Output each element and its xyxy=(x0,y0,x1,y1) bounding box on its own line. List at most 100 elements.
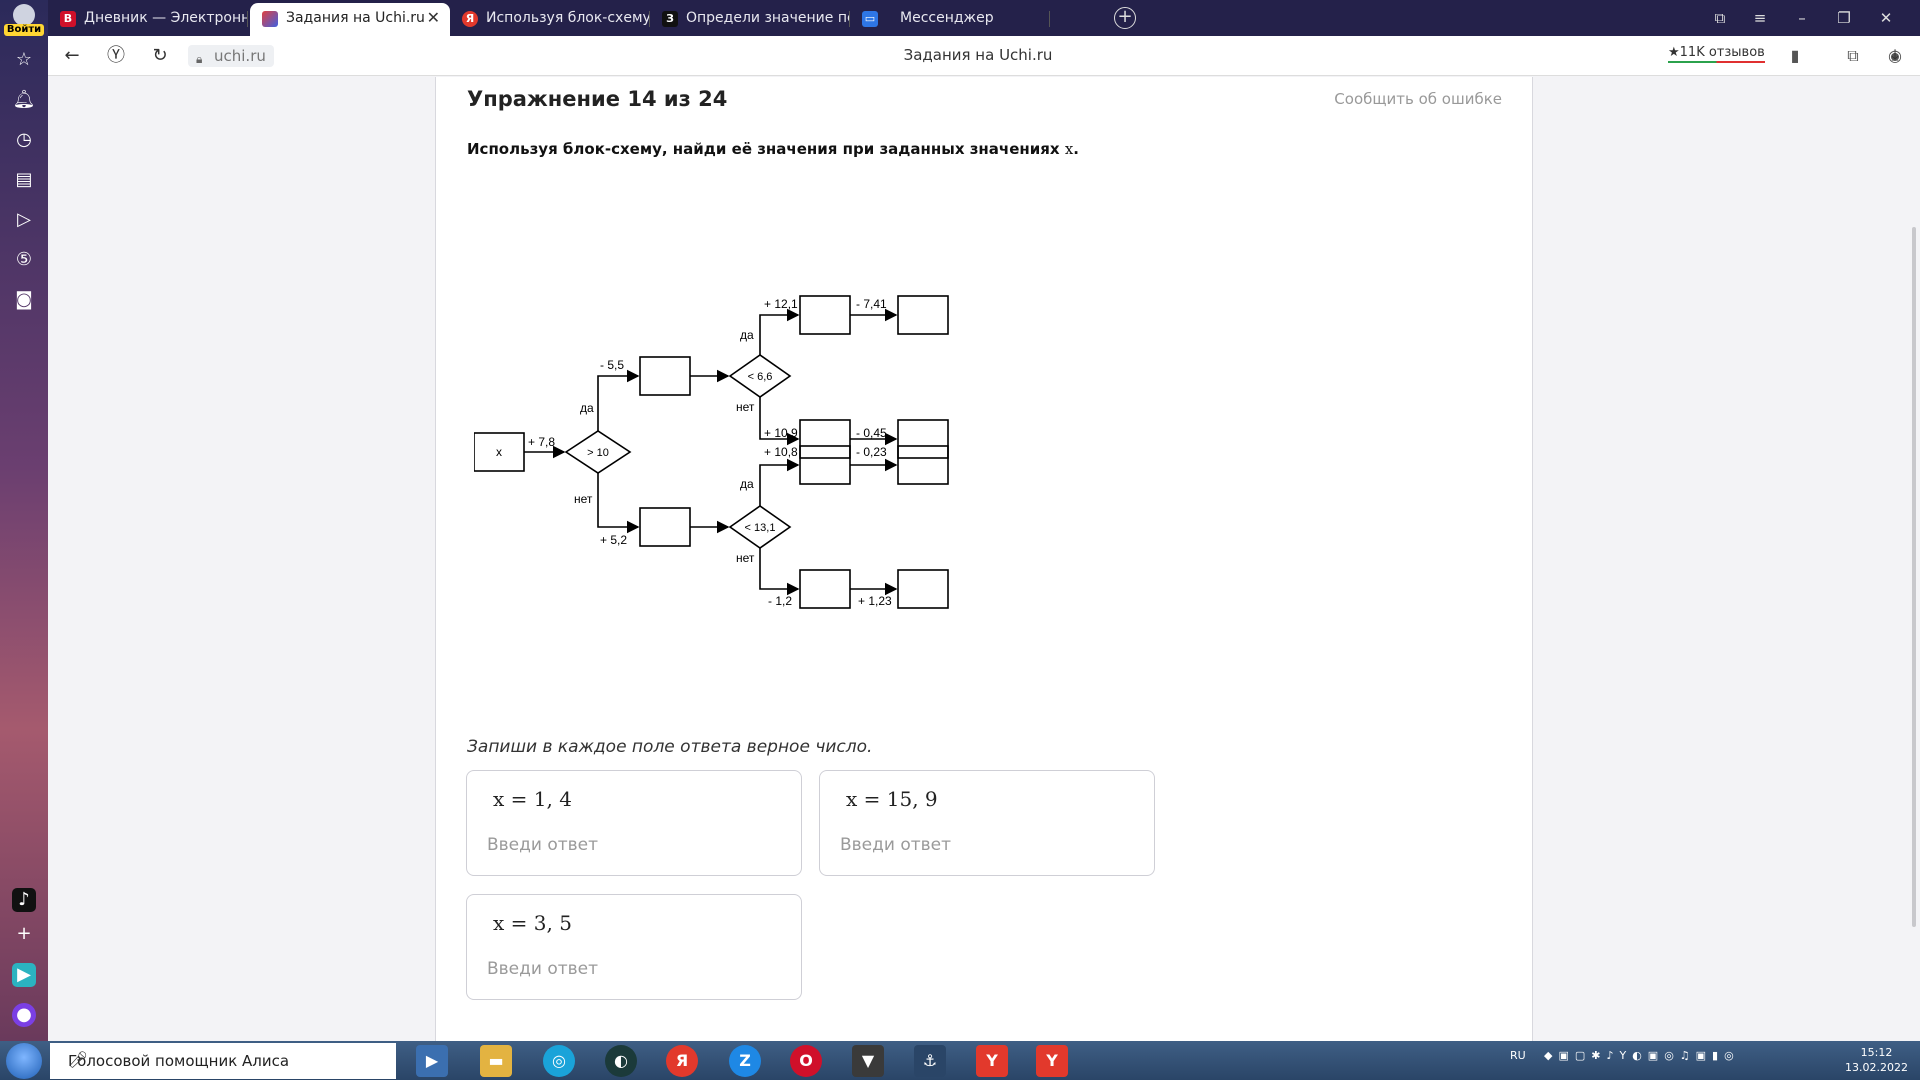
restore-icon[interactable]: ❐ xyxy=(1832,6,1856,30)
answer-input[interactable] xyxy=(487,831,777,859)
yandex-browser-icon-2[interactable]: Y xyxy=(1036,1045,1068,1077)
address-bar: ← Ⓨ ↻ 🔒︎ uchi.ru Задания на Uchi.ru ★11K… xyxy=(48,36,1920,76)
close-window-icon[interactable]: ✕ xyxy=(1874,6,1898,30)
tab-bar: В Дневник — Электронный Задания на Uchi.… xyxy=(48,0,1920,36)
no-label-1: нет xyxy=(574,492,593,506)
page-title-center: Задания на Uchi.ru xyxy=(903,46,1053,64)
tab-favicon: Я xyxy=(462,11,478,27)
tray-icons[interactable]: ◆▣▢✱♪Y◐▣◎♫▣▮◎ xyxy=(1544,1049,1740,1062)
messenger-favicon: ▭ xyxy=(862,11,878,27)
five-icon[interactable]: ⑤ xyxy=(12,248,36,272)
clock-time: 15:12 xyxy=(1860,1046,1893,1059)
alice-search-box[interactable]: Голосовой помощник Алиса 🎤︎ xyxy=(50,1043,396,1079)
bell-icon[interactable]: 🔔︎ xyxy=(12,88,36,112)
alice-icon[interactable]: ● xyxy=(12,1003,36,1027)
yandex-sidebar: Войти ☆ 🔔︎ ◷ ▤ ▷ ⑤ ◙ ♪ + ▶ ● xyxy=(0,0,48,1041)
task-text-main: Используя блок-схему, найди её значения … xyxy=(467,140,1060,158)
collections-icon[interactable]: ▤ xyxy=(12,168,36,192)
tiktok-icon[interactable]: ♪ xyxy=(12,888,36,912)
system-clock[interactable]: 15:12 13.02.2022 xyxy=(1845,1045,1908,1075)
app-icon-blue[interactable]: ◎ xyxy=(543,1045,575,1077)
op-r2-end: - 0,23 xyxy=(856,445,887,459)
login-label: Войти xyxy=(4,24,44,36)
exercise-title: Упражнение 14 из 24 xyxy=(467,87,728,111)
page-scrollbar[interactable] xyxy=(1912,227,1916,927)
tab-label: Дневник — Электронный xyxy=(84,10,248,26)
tab-uchi[interactable]: Задания на Uchi.ru ✕ xyxy=(250,3,450,36)
box-r1-end xyxy=(897,295,949,335)
tab-dnevnik[interactable]: В Дневник — Электронный xyxy=(48,3,248,36)
tab-messenger[interactable]: ▭ Мессенджер xyxy=(850,3,1050,36)
no-label-2: нет xyxy=(736,400,755,414)
answer-question: x = 3, 5 xyxy=(493,911,572,935)
yes-label-1: да xyxy=(580,401,594,415)
star-icon[interactable]: ☆ xyxy=(12,48,36,72)
instruction-text: Запиши в каждое поле ответа верное число… xyxy=(467,737,873,757)
arrow xyxy=(759,548,800,596)
op-start: + 7,8 xyxy=(528,435,555,449)
messenger-icon[interactable]: ▶ xyxy=(12,963,36,987)
box-top xyxy=(639,356,691,396)
collections-toolbar-icon[interactable]: ⧉ xyxy=(1842,45,1864,67)
flowchart: x + 7,8 > 10 да нет - 5,5 + 5,2 < 6,6 < … xyxy=(474,295,949,609)
camera-icon[interactable]: ◙ xyxy=(12,288,36,312)
clock-date: 13.02.2022 xyxy=(1845,1061,1908,1074)
tab-yandex-search[interactable]: Я Используя блок-схему, на xyxy=(450,3,650,36)
explorer-icon[interactable]: ▬ xyxy=(480,1045,512,1077)
tab-favicon: В xyxy=(60,11,76,27)
play-icon[interactable]: ▷ xyxy=(12,208,36,232)
bookmark-icon[interactable]: ▮ xyxy=(1784,45,1806,67)
reviews-badge[interactable]: ★11K отзывов xyxy=(1668,45,1765,63)
start-label: x xyxy=(496,445,502,459)
tab-label: Мессенджер xyxy=(900,10,994,26)
op-r4: - 1,2 xyxy=(768,594,792,608)
download-icon[interactable]: ⤓ xyxy=(1884,45,1906,67)
arrow xyxy=(759,308,800,355)
task-text: Используя блок-схему, найди её значения … xyxy=(467,140,1079,158)
yandex-app-icon[interactable]: Я xyxy=(666,1045,698,1077)
box-bottom xyxy=(639,507,691,547)
opera-icon[interactable]: O xyxy=(790,1045,822,1077)
box-r4-end xyxy=(897,569,949,609)
arrow xyxy=(597,369,640,431)
history-icon[interactable]: ◷ xyxy=(12,128,36,152)
tray-lang[interactable]: RU xyxy=(1510,1049,1526,1062)
yandex-browser-icon-1[interactable]: Y xyxy=(976,1045,1008,1077)
cond3-label: < 13,1 xyxy=(745,522,776,534)
answer-question: x = 1, 4 xyxy=(493,787,572,811)
op-top: - 5,5 xyxy=(600,358,624,372)
report-error-link[interactable]: Сообщить об ошибке xyxy=(1334,90,1502,108)
answer-input[interactable] xyxy=(487,955,777,983)
box-r1 xyxy=(799,295,851,335)
bookmarks-panel-icon[interactable]: ⧉ xyxy=(1708,6,1732,30)
answer-question: x = 15, 9 xyxy=(846,787,938,811)
box-r2 xyxy=(799,419,851,459)
new-tab-button[interactable]: + xyxy=(1114,7,1136,29)
arrow xyxy=(597,473,640,534)
box-r3 xyxy=(799,445,851,485)
op-r3-end: - 0,45 xyxy=(856,426,887,440)
zoom-app-icon[interactable]: Z xyxy=(729,1045,761,1077)
tab-znanija[interactable]: З Определи значение пере xyxy=(650,3,850,36)
close-tab-icon[interactable]: ✕ xyxy=(427,3,440,33)
app-icon-green[interactable]: ◐ xyxy=(605,1045,637,1077)
minimize-icon[interactable]: – xyxy=(1790,6,1814,30)
microphone-icon[interactable]: 🎤︎ xyxy=(68,1050,384,1069)
start-button[interactable] xyxy=(6,1043,42,1079)
tab-label: Определи значение пере xyxy=(686,10,850,26)
add-icon[interactable]: + xyxy=(12,922,36,946)
tanks-game-icon[interactable]: ▼ xyxy=(852,1045,884,1077)
box-r3-end xyxy=(897,445,949,485)
answer-input[interactable] xyxy=(840,831,1130,859)
page-area: Упражнение 14 из 24 Сообщить об ошибке И… xyxy=(48,77,1920,1041)
warships-game-icon[interactable]: ⚓ xyxy=(914,1045,946,1077)
tab-separator xyxy=(247,11,248,27)
tab-separator xyxy=(1049,11,1050,27)
arrow xyxy=(759,458,800,506)
op-r3: + 10,9 xyxy=(764,426,798,440)
menu-icon[interactable]: ≡ xyxy=(1748,6,1772,30)
avatar-icon xyxy=(13,4,35,26)
answer-card-1: x = 1, 4 xyxy=(466,770,802,876)
login-button[interactable]: Войти xyxy=(4,4,44,38)
media-player-icon[interactable]: ▶ xyxy=(416,1045,448,1077)
